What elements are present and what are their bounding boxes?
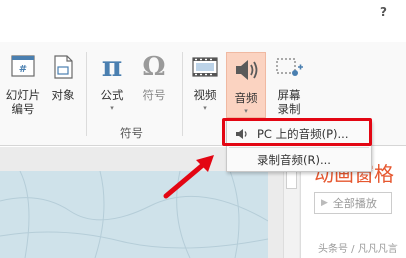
annotation-arrow-icon bbox=[163, 155, 214, 199]
